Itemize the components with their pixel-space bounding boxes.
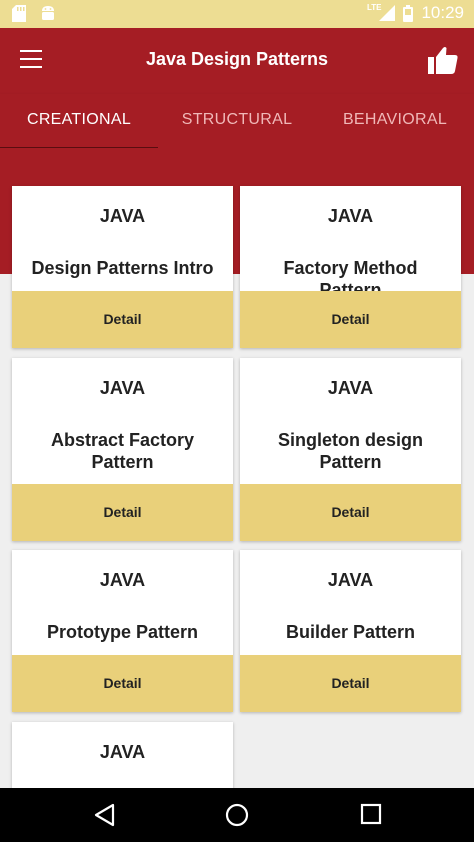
- card-language-label: JAVA: [99, 570, 146, 590]
- card-language-label: JAVA: [99, 378, 146, 398]
- pattern-card[interactable]: JAVA Design Patterns Intro Detail: [12, 186, 233, 348]
- android-icon: [42, 6, 54, 20]
- signal-icon: [379, 5, 396, 21]
- tab-creational[interactable]: CREATIONAL: [0, 94, 158, 150]
- pattern-card[interactable]: JAVA Factory Method Pattern Detail: [240, 186, 461, 348]
- pattern-card[interactable]: JAVA: [12, 722, 233, 788]
- thumbs-up-icon[interactable]: [428, 46, 458, 74]
- app-title: Java Design Patterns: [145, 49, 329, 69]
- pattern-card[interactable]: JAVA Abstract Factory Pattern Detail: [12, 358, 233, 541]
- pattern-card[interactable]: JAVA Singleton design Pattern Detail: [240, 358, 461, 541]
- card-language-label: JAVA: [99, 206, 146, 226]
- home-icon[interactable]: [225, 803, 249, 827]
- detail-button[interactable]: Detail: [12, 484, 233, 541]
- card-title: Builder Pattern: [285, 622, 416, 642]
- detail-button[interactable]: Detail: [240, 291, 461, 348]
- status-right-icons: LTE 10:29: [367, 3, 464, 23]
- card-language-label: JAVA: [327, 206, 374, 226]
- back-icon[interactable]: [93, 803, 115, 827]
- card-language-label: JAVA: [327, 378, 374, 398]
- battery-icon: [403, 4, 414, 22]
- card-language-label: JAVA: [99, 742, 146, 762]
- sd-card-icon: [12, 5, 26, 22]
- card-title: Prototype Pattern: [46, 622, 199, 642]
- detail-button[interactable]: Detail: [240, 484, 461, 541]
- system-nav-bar: [0, 788, 474, 842]
- detail-button[interactable]: Detail: [240, 655, 461, 712]
- status-left-icons: [12, 5, 56, 22]
- status-bar: LTE 10:29: [0, 0, 474, 28]
- pattern-card[interactable]: JAVA Prototype Pattern Detail: [12, 550, 233, 712]
- card-title: Design Patterns Intro: [31, 258, 214, 278]
- app-bar: Java Design Patterns: [0, 28, 474, 94]
- tab-behavioral[interactable]: BEHAVIORAL: [316, 94, 474, 148]
- recents-icon[interactable]: [360, 803, 382, 825]
- pattern-grid: JAVA Design Patterns Intro Detail JAVA Facto…: [0, 148, 474, 788]
- pattern-card[interactable]: JAVA Builder Pattern Detail: [240, 550, 461, 712]
- tab-bar: CREATIONAL STRUCTURAL BEHAVIORAL: [0, 94, 474, 150]
- detail-button[interactable]: Detail: [12, 291, 233, 348]
- network-type: LTE: [366, 2, 382, 12]
- card-title: Singleton design Pattern: [277, 430, 423, 472]
- detail-button[interactable]: Detail: [12, 655, 233, 712]
- card-language-label: JAVA: [327, 570, 374, 590]
- tab-structural[interactable]: STRUCTURAL: [158, 94, 316, 148]
- status-time: 10:29: [421, 3, 464, 22]
- card-title: Abstract Factory Pattern: [50, 430, 195, 472]
